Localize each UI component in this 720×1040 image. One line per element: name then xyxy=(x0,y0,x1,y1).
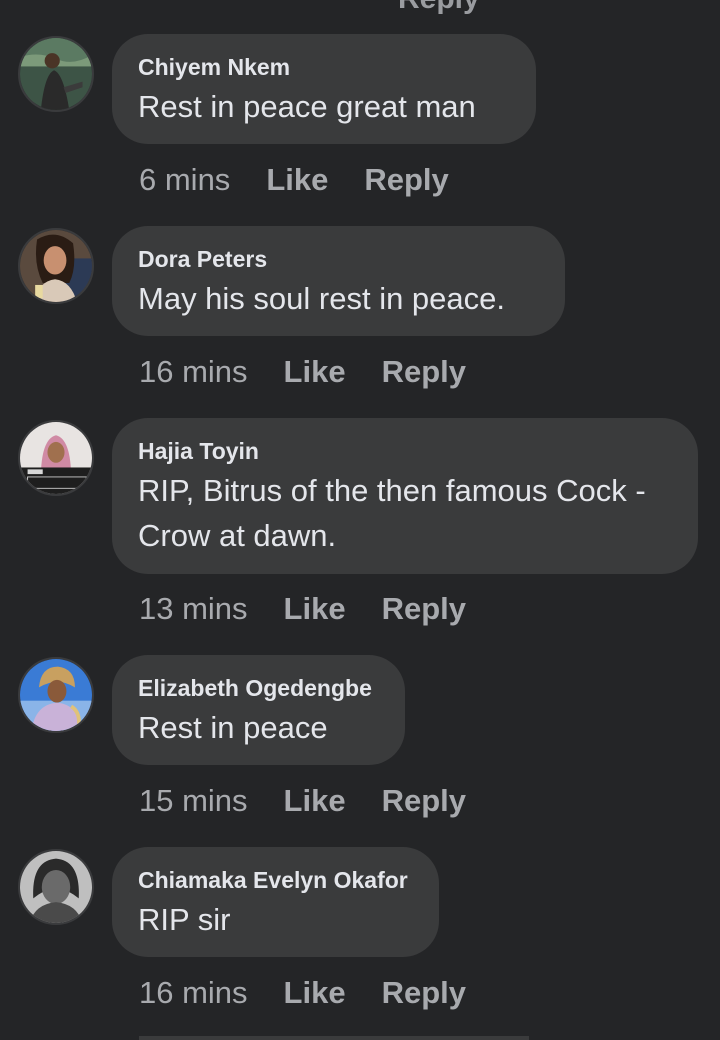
commenter-name[interactable]: Chiyem Nkem xyxy=(138,52,510,82)
comment-timestamp[interactable]: 13 mins xyxy=(139,589,248,629)
comment-timestamp[interactable]: 16 mins xyxy=(139,352,248,392)
comment-actions: 16 mins Like Reply xyxy=(139,973,466,1013)
comment-timestamp[interactable]: 16 mins xyxy=(139,973,248,1013)
comment-actions: 6 mins Like Reply xyxy=(139,160,449,200)
next-item-edge xyxy=(139,1036,529,1040)
reply-button[interactable]: Reply xyxy=(382,589,466,629)
like-button[interactable]: Like xyxy=(284,781,346,821)
reply-button[interactable]: Reply xyxy=(382,781,466,821)
comment-bubble: Chiyem Nkem Rest in peace great man xyxy=(112,34,536,144)
avatar[interactable] xyxy=(18,36,94,112)
comment-text: Rest in peace xyxy=(138,710,328,745)
like-button[interactable]: Like xyxy=(284,589,346,629)
avatar[interactable] xyxy=(18,228,94,304)
commenter-name[interactable]: Chiamaka Evelyn Okafor xyxy=(138,865,413,895)
like-button[interactable]: Like xyxy=(284,973,346,1013)
commenter-name[interactable]: Dora Peters xyxy=(138,244,539,274)
reply-button[interactable]: Reply xyxy=(382,973,466,1013)
commenter-name[interactable]: Hajia Toyin xyxy=(138,436,672,466)
avatar[interactable] xyxy=(18,420,94,496)
reply-button[interactable]: Reply xyxy=(382,352,466,392)
comment-text: RIP, Bitrus of the then famous Cock - Cr… xyxy=(138,473,646,553)
comment-bubble: Hajia Toyin RIP, Bitrus of the then famo… xyxy=(112,418,698,574)
avatar[interactable] xyxy=(18,849,94,925)
comment-bubble: Chiamaka Evelyn Okafor RIP sir xyxy=(112,847,439,957)
comment-text: Rest in peace great man xyxy=(138,89,476,124)
comment-actions: 15 mins Like Reply xyxy=(139,781,466,821)
comment-text: RIP sir xyxy=(138,902,231,937)
comment-bubble: Dora Peters May his soul rest in peace. xyxy=(112,226,565,336)
comment-actions: 16 mins Like Reply xyxy=(139,352,466,392)
like-button[interactable]: Like xyxy=(284,352,346,392)
reply-button[interactable]: Reply xyxy=(364,160,448,200)
comment-timestamp[interactable]: 6 mins xyxy=(139,160,230,200)
comment-timestamp[interactable]: 15 mins xyxy=(139,781,248,821)
comment-text: May his soul rest in peace. xyxy=(138,281,506,316)
avatar[interactable] xyxy=(18,657,94,733)
previous-reply-link[interactable]: Reply xyxy=(398,0,480,16)
comment-actions: 13 mins Like Reply xyxy=(139,589,466,629)
comment-bubble: Elizabeth Ogedengbe Rest in peace xyxy=(112,655,405,765)
commenter-name[interactable]: Elizabeth Ogedengbe xyxy=(138,673,379,703)
like-button[interactable]: Like xyxy=(266,160,328,200)
